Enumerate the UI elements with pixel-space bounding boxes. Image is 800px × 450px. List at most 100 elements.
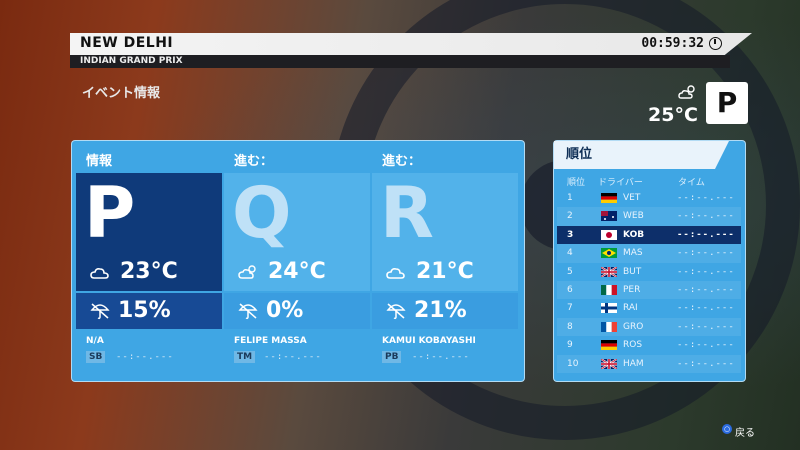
row-time: --:--.---	[677, 303, 735, 314]
row-position: 3	[567, 229, 574, 240]
session-title: 進む：	[382, 154, 422, 169]
standings-row[interactable]: 8 GRO --:--.---	[557, 317, 741, 337]
event-name: INDIAN GRAND PRIX	[70, 55, 730, 68]
row-position: 8	[567, 321, 573, 332]
germany-flag-icon	[601, 340, 617, 351]
row-position: 1	[567, 193, 573, 203]
sun-cloud-icon	[678, 85, 695, 99]
row-time: --:--.---	[677, 358, 735, 369]
clock-icon	[709, 37, 722, 50]
standings-row[interactable]: 7 RAI --:--.---	[557, 299, 741, 317]
row-position: 2	[567, 211, 573, 222]
france-flag-icon	[601, 321, 617, 332]
standings-row[interactable]: 3 KOB --:--.---	[557, 225, 741, 245]
player-name: N/A	[86, 336, 104, 346]
header-driver: ドライバー	[598, 178, 643, 188]
row-time: --:--.---	[677, 321, 735, 332]
standings-panel: 順位 順位 ドライバー タイム 1 VET --:--.--- 2 WEB --:--.-…	[553, 140, 746, 382]
rain-chance: 15%	[90, 298, 171, 323]
row-driver: MAS	[623, 248, 643, 259]
row-driver: WEB	[623, 211, 644, 222]
brazil-flag-icon	[601, 248, 617, 259]
row-driver: PER	[623, 284, 641, 295]
session-temperature: 23°C	[120, 259, 178, 284]
row-driver: ROS	[623, 340, 643, 351]
rain-percentage: 21%	[414, 298, 467, 323]
rain-chance-tile: 15%	[76, 293, 222, 329]
session-letter-tile: P 23°C	[76, 173, 222, 291]
current-temperature: 25°C	[648, 104, 698, 126]
standings-row[interactable]: 5 BUT --:--.---	[557, 263, 741, 281]
lap-tag: PB	[382, 351, 402, 363]
standings-row[interactable]: 6 PER --:--.---	[557, 280, 741, 300]
row-position: 5	[567, 266, 573, 277]
row-position: 4	[567, 248, 573, 259]
standings-row[interactable]: 2 WEB --:--.---	[557, 207, 741, 226]
city-name: NEW DELHI	[80, 35, 174, 51]
header-time: タイム	[678, 178, 705, 188]
header-bar: NEW DELHI 00:59:32	[70, 33, 752, 55]
row-time: --:--.---	[677, 248, 735, 259]
session-card-qualifying[interactable]: 進む： Q 24°C 0% FELIPE MASSA TM --:--.---	[224, 141, 370, 381]
cloud-icon	[386, 268, 405, 279]
row-driver: KOB	[623, 229, 645, 240]
circle-button-icon: ○	[722, 424, 732, 434]
umbrella-icon	[238, 303, 258, 320]
umbrella-icon	[90, 303, 110, 320]
germany-flag-icon	[601, 193, 617, 203]
session-clock: 00:59:32	[641, 36, 704, 51]
row-time: --:--.---	[677, 340, 735, 351]
row-time: --:--.---	[677, 266, 735, 277]
row-driver: RAI	[623, 303, 638, 314]
standings-row[interactable]: 10 HAM --:--.---	[557, 354, 741, 373]
session-letter-tile: R 21°C	[372, 173, 518, 291]
session-letter-tile: Q 24°C	[224, 173, 370, 291]
standings-title: 順位	[554, 141, 729, 169]
rain-chance: 0%	[238, 298, 303, 323]
back-label: 戻る	[735, 428, 755, 439]
session-title: 進む：	[234, 154, 274, 169]
mexico-flag-icon	[601, 284, 617, 295]
cloud-icon	[90, 268, 109, 279]
finland-flag-icon	[601, 303, 617, 314]
standings-list: 1 VET --:--.--- 2 WEB --:--.--- 3 KOB --:--.--- 4…	[557, 189, 741, 373]
session-letter: Q	[232, 172, 292, 254]
session-title: 情報	[86, 154, 113, 169]
session-temperature: 24°C	[268, 259, 326, 284]
session-info-panel: 情報 P 23°C 15% N/A SB --:--.--- 進む： Q 24°…	[71, 140, 525, 382]
lap-tag: TM	[234, 351, 256, 363]
lap-time: --:--.---	[264, 352, 322, 362]
session-letter: P	[84, 172, 136, 254]
rain-chance: 21%	[386, 298, 467, 323]
rain-chance-tile: 21%	[372, 293, 518, 329]
session-weather: 21°C	[386, 259, 474, 284]
row-driver: HAM	[623, 358, 644, 369]
umbrella-icon	[386, 303, 406, 320]
rain-percentage: 0%	[266, 298, 304, 323]
standings-row[interactable]: 9 ROS --:--.---	[557, 336, 741, 354]
row-driver: GRO	[623, 321, 644, 332]
event-info-label: イベント情報	[82, 86, 161, 101]
rain-percentage: 15%	[118, 298, 171, 323]
session-card-practice[interactable]: 情報 P 23°C 15% N/A SB --:--.---	[76, 141, 222, 381]
sun-cloud-icon	[238, 265, 256, 279]
row-time: --:--.---	[677, 229, 735, 240]
lap-tag: SB	[86, 351, 106, 363]
row-position: 7	[567, 303, 573, 314]
row-time: --:--.---	[677, 211, 735, 222]
session-temperature: 21°C	[416, 259, 474, 284]
back-action[interactable]: ○ 戻る	[722, 424, 755, 439]
standings-row[interactable]: 4 MAS --:--.---	[557, 244, 741, 263]
uk-flag-icon	[601, 358, 617, 369]
current-session-badge: P	[706, 82, 748, 124]
session-weather: 24°C	[238, 259, 326, 284]
standings-row[interactable]: 1 VET --:--.---	[557, 189, 741, 207]
japan-flag-icon	[601, 229, 617, 240]
session-card-race[interactable]: 進む： R 21°C 21% KAMUI KOBAYASHI PB --:--.…	[372, 141, 518, 381]
row-time: --:--.---	[677, 193, 735, 203]
lap-time: --:--.---	[116, 352, 174, 362]
row-position: 10	[567, 358, 579, 369]
row-time: --:--.---	[677, 284, 735, 295]
header-position: 順位	[567, 178, 586, 188]
row-driver: BUT	[623, 266, 642, 277]
